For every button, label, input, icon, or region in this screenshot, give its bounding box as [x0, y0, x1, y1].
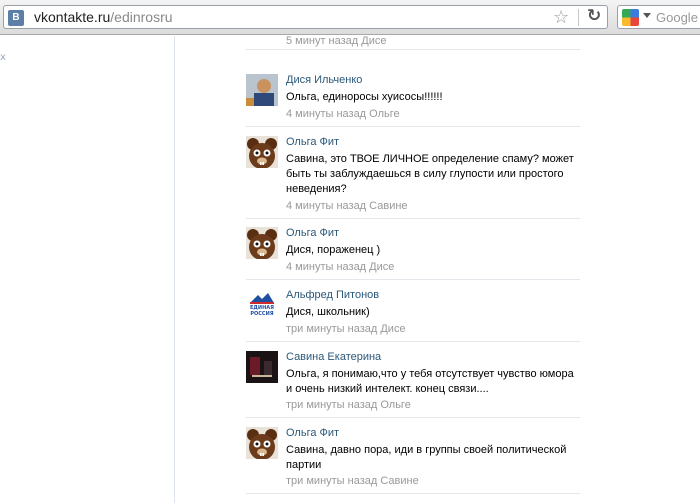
author-link[interactable]: Альфред Питонов: [286, 289, 379, 301]
author-link[interactable]: Ольга Фит: [286, 427, 339, 439]
url-path: /edinrosru: [110, 9, 173, 25]
search-input[interactable]: Google: [656, 10, 698, 25]
author-link[interactable]: Ольга Фит: [286, 136, 339, 148]
column-divider: [174, 36, 175, 503]
comment-meta[interactable]: три минуты назад Ольге: [286, 399, 411, 411]
search-box[interactable]: Google: [617, 5, 700, 29]
comment-meta[interactable]: 4 минуты назад Дисе: [286, 261, 394, 273]
comment-text: Савина, это ТВОЕ ЛИЧНОЕ определение спам…: [286, 153, 574, 195]
vk-site-icon: В: [8, 10, 24, 26]
url-host: vkontakte.ru: [34, 9, 111, 25]
comment-divider: [246, 417, 580, 418]
er-logo-text: ЕДИНАЯ РОССИЯ: [250, 305, 274, 317]
comment-meta[interactable]: три минуты назад Дисе: [286, 323, 406, 335]
avatar[interactable]: [246, 227, 278, 259]
comment-divider: [246, 126, 580, 127]
star-icon[interactable]: ☆: [553, 7, 569, 28]
comment-meta[interactable]: три минуты назад Савине: [286, 475, 419, 487]
reload-icon[interactable]: ↻: [587, 6, 601, 26]
comment-divider: [246, 49, 580, 50]
comment-meta[interactable]: 4 минуты назад Савине: [286, 200, 408, 212]
comment-divider: [246, 218, 580, 219]
browser-toolbar: В vkontakte.ru/edinrosru ☆ ↻ Google: [0, 0, 700, 35]
comment-text: Дися, школьник): [286, 306, 370, 318]
comment-divider: [246, 341, 580, 342]
avatar[interactable]: [246, 351, 278, 383]
comment-text: Савина, давно пора, иди в группы своей п…: [286, 444, 567, 471]
comment-text: Дися, пораженец ): [286, 244, 381, 256]
avatar[interactable]: [246, 136, 278, 168]
comment-text: Ольга, я понимаю,что у тебя отсутствует …: [286, 368, 574, 395]
left-column-fragment: x: [0, 52, 6, 63]
address-bar[interactable]: В vkontakte.ru/edinrosru ☆ ↻: [3, 5, 608, 29]
author-link[interactable]: Дися Ильченко: [286, 74, 362, 86]
comment-text: Ольга, единоросы хуисосы!!!!!!: [286, 91, 443, 103]
author-link[interactable]: Савина Екатерина: [286, 351, 381, 363]
comment-divider: [246, 279, 580, 280]
comment-divider: [246, 493, 580, 494]
comment-meta[interactable]: 5 минут назад Дисе: [286, 36, 386, 47]
avatar[interactable]: [246, 74, 278, 106]
chevron-down-icon[interactable]: [643, 13, 651, 18]
omnibox-separator: [578, 9, 579, 26]
page-content: x Дися, пораженец ) 5 минут назад Дисе Дис…: [0, 36, 700, 503]
google-icon[interactable]: [622, 9, 639, 26]
avatar[interactable]: [246, 427, 278, 459]
url-text[interactable]: vkontakte.ru/edinrosru: [34, 9, 173, 25]
author-link[interactable]: Ольга Фит: [286, 227, 339, 239]
comment-meta[interactable]: 4 минуты назад Ольге: [286, 108, 400, 120]
avatar[interactable]: ЕДИНАЯ РОССИЯ: [246, 289, 278, 321]
